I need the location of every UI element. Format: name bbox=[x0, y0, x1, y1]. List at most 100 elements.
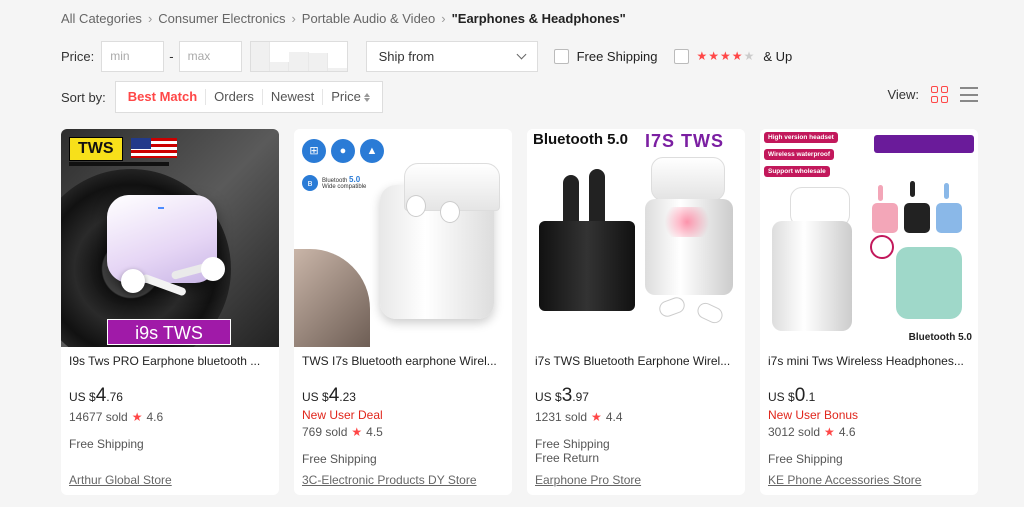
list-view-icon[interactable] bbox=[960, 86, 978, 103]
product-image[interactable]: High version headset Wireless waterproof… bbox=[760, 129, 978, 347]
earbud-graphic bbox=[201, 257, 225, 281]
shipping-info: Free Shipping bbox=[535, 437, 610, 451]
store-link[interactable]: 3C-Electronic Products DY Store bbox=[302, 473, 477, 487]
apple-icon: ● bbox=[331, 139, 355, 163]
store-link[interactable]: KE Phone Accessories Store bbox=[768, 473, 921, 487]
price-histogram[interactable] bbox=[249, 40, 348, 72]
earbud-graphic bbox=[878, 185, 883, 201]
product-title[interactable]: I9s Tws PRO Earphone bluetooth ... bbox=[69, 354, 271, 368]
sort-label: Sort by: bbox=[61, 89, 106, 105]
sold-count: 769 sold bbox=[302, 425, 348, 439]
currency: US $ bbox=[302, 390, 329, 404]
chevron-down-icon bbox=[516, 49, 527, 59]
feature-banner bbox=[874, 135, 974, 153]
price-integer: 3 bbox=[561, 385, 573, 406]
price-integer: 4 bbox=[95, 385, 107, 406]
star-icon: ★ bbox=[351, 425, 363, 439]
histogram-bar[interactable] bbox=[269, 61, 290, 71]
product-title[interactable]: i7s mini Tws Wireless Headphones... bbox=[768, 354, 970, 368]
sort-price-label: Price bbox=[331, 89, 361, 104]
breadcrumb-all-categories[interactable]: All Categories bbox=[61, 11, 142, 26]
breadcrumb-consumer-electronics[interactable]: Consumer Electronics bbox=[158, 11, 285, 26]
histogram-bar[interactable] bbox=[328, 67, 347, 71]
shipping-info: Free Shipping bbox=[302, 452, 377, 466]
product-card[interactable]: High version headset Wireless waterproof… bbox=[760, 129, 978, 495]
product-image[interactable]: ⊞ ● ▲ ʙ Bluetooth 5.0 Wide compatible bbox=[294, 129, 512, 347]
earbud-graphic bbox=[694, 300, 726, 326]
sold-count: 3012 sold bbox=[768, 425, 821, 439]
product-card[interactable]: ⊞ ● ▲ ʙ Bluetooth 5.0 Wide compatible TWS… bbox=[294, 129, 512, 495]
rating-suffix: & Up bbox=[763, 48, 793, 64]
earbud-graphic bbox=[657, 295, 687, 319]
bluetooth-badge: Bluetooth 5.0 bbox=[533, 131, 629, 148]
histogram-bar[interactable] bbox=[289, 51, 309, 71]
product-card[interactable]: Bluetooth 5.0 I7S TWS i7s TWS Bluetooth … bbox=[527, 129, 745, 495]
rating-filter[interactable]: ★★★★★ & Up bbox=[673, 48, 793, 64]
histogram-bar[interactable] bbox=[250, 41, 270, 71]
led-glow-graphic bbox=[659, 207, 715, 237]
breadcrumb-separator: › bbox=[441, 11, 446, 26]
product-title[interactable]: TWS I7s Bluetooth earphone Wirel... bbox=[302, 354, 504, 368]
blue-case-graphic bbox=[936, 203, 962, 233]
free-shipping-filter[interactable]: Free Shipping bbox=[553, 48, 658, 64]
product-price: US $3.97 bbox=[535, 385, 737, 407]
rating-stars-icon: ★★★★★ bbox=[696, 49, 756, 63]
sort-best-match[interactable]: Best Match bbox=[120, 89, 207, 105]
earbud-graphic bbox=[406, 195, 426, 217]
filter-bar: Price: min - max Ship from Free Shipping… bbox=[61, 40, 792, 72]
histogram-bar[interactable] bbox=[308, 53, 329, 71]
windows-icon: ⊞ bbox=[302, 139, 326, 163]
view-toggle: View: bbox=[887, 86, 978, 103]
feature-tag: High version headset bbox=[764, 132, 838, 143]
ship-from-select[interactable]: Ship from bbox=[365, 40, 538, 72]
breadcrumb-portable-audio[interactable]: Portable Audio & Video bbox=[302, 11, 435, 26]
shipping-info: Free Shipping bbox=[768, 452, 843, 466]
rating-checkbox[interactable] bbox=[673, 48, 689, 64]
return-info: Free Return bbox=[535, 451, 600, 465]
product-price: US $0.1 bbox=[768, 385, 970, 407]
store-link[interactable]: Arthur Global Store bbox=[69, 473, 172, 487]
product-title[interactable]: i7s TWS Bluetooth Earphone Wirel... bbox=[535, 354, 737, 368]
product-image[interactable]: Bluetooth 5.0 I7S TWS bbox=[527, 129, 745, 347]
mint-case-graphic bbox=[896, 247, 962, 319]
earbud-graphic bbox=[121, 269, 145, 293]
compatibility-strip bbox=[69, 162, 169, 166]
price-dash: - bbox=[169, 48, 174, 64]
model-label: I7S TWS bbox=[645, 131, 725, 151]
android-icon: ▲ bbox=[360, 139, 384, 163]
price-decimal: .1 bbox=[805, 390, 816, 404]
bluetooth-badge: Bluetooth 5.0 bbox=[908, 332, 972, 343]
sales-rating: 769 sold ★ 4.5 bbox=[302, 425, 504, 439]
promo-label: New User Deal bbox=[302, 408, 383, 422]
breadcrumb-separator: › bbox=[291, 11, 296, 26]
sales-rating: 3012 sold ★ 4.6 bbox=[768, 425, 970, 439]
sort-orders[interactable]: Orders bbox=[206, 89, 263, 105]
product-image[interactable]: TWS i9s TWS bbox=[61, 129, 279, 347]
star-icon: ★ bbox=[131, 410, 143, 424]
rating-value: 4.6 bbox=[146, 410, 164, 424]
promo-label: New User Bonus bbox=[768, 408, 859, 422]
sort-options: Best Match Orders Newest Price bbox=[114, 81, 383, 113]
price-integer: 4 bbox=[328, 385, 340, 406]
model-label: i9s TWS bbox=[107, 319, 231, 345]
price-min-input[interactable]: min bbox=[101, 40, 165, 72]
pink-case-graphic bbox=[872, 203, 898, 233]
earbud-graphic bbox=[440, 201, 460, 223]
sort-newest[interactable]: Newest bbox=[263, 89, 324, 105]
price-decimal: .76 bbox=[106, 390, 123, 404]
breadcrumb-separator: › bbox=[147, 11, 153, 26]
price-max-input[interactable]: max bbox=[178, 40, 242, 72]
hand-graphic bbox=[294, 249, 370, 347]
sales-rating: 14677 sold ★ 4.6 bbox=[69, 410, 271, 424]
product-price: US $4.76 bbox=[69, 385, 271, 407]
product-card[interactable]: TWS i9s TWS I9s Tws PRO Earphone bluetoo… bbox=[61, 129, 279, 495]
rating-value: 4.4 bbox=[605, 410, 623, 424]
price-min-placeholder: min bbox=[110, 49, 130, 63]
sort-price[interactable]: Price bbox=[323, 89, 378, 105]
sold-count: 1231 sold bbox=[535, 410, 588, 424]
grid-view-icon[interactable] bbox=[931, 86, 948, 103]
free-shipping-checkbox[interactable] bbox=[553, 48, 569, 64]
view-label: View: bbox=[887, 87, 919, 102]
currency: US $ bbox=[768, 390, 795, 404]
store-link[interactable]: Earphone Pro Store bbox=[535, 473, 641, 487]
